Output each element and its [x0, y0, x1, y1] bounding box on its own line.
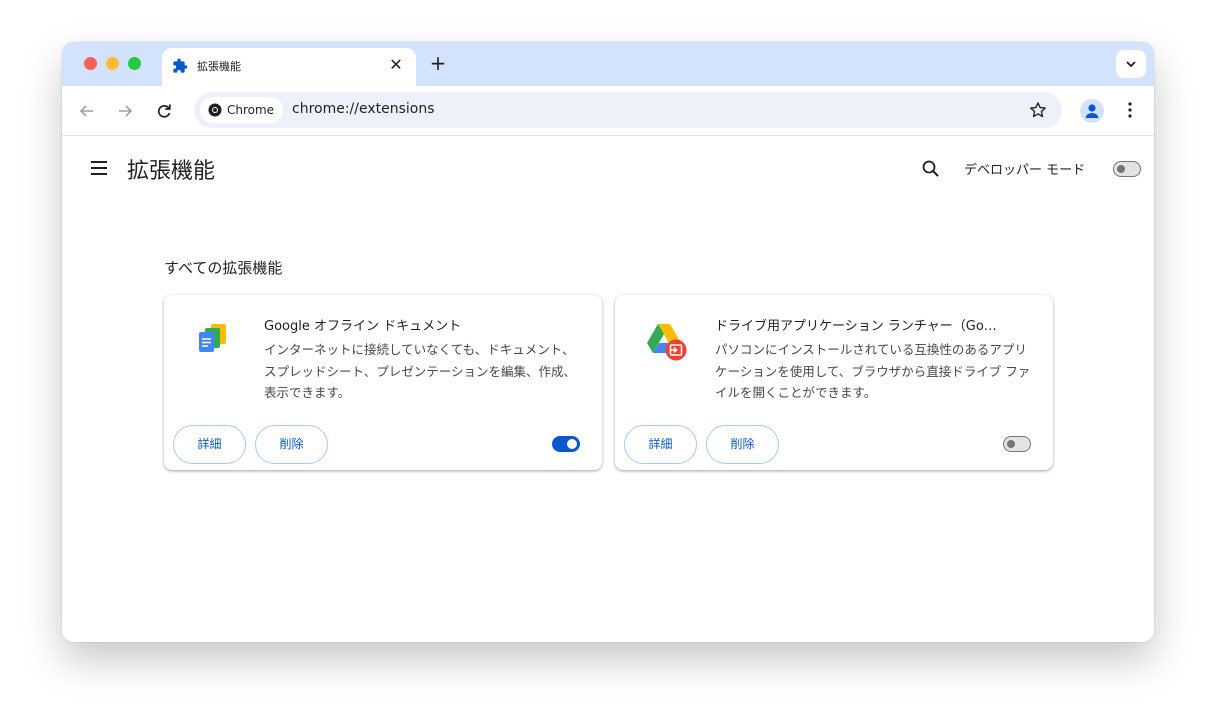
back-button[interactable] [76, 100, 98, 122]
main-menu-button[interactable] [89, 159, 109, 181]
tab-search-button[interactable] [1116, 50, 1146, 78]
browser-window: 拡張機能 ✕ + Chrome chrome://extensions 拡張機能… [62, 42, 1154, 642]
details-button[interactable]: 詳細 [624, 425, 697, 464]
extensions-page: 拡張機能 デベロッパー モード すべての拡張機能 Google オフライン ドキ… [62, 137, 1154, 642]
section-title: すべての拡張機能 [164, 259, 283, 277]
more-vert-icon [1128, 102, 1132, 118]
arrow-left-icon [79, 105, 93, 117]
chevron-down-icon [1126, 61, 1136, 68]
close-tab-button[interactable]: ✕ [386, 55, 406, 75]
developer-mode-label: デベロッパー モード [964, 163, 1086, 178]
search-extensions-button[interactable] [920, 158, 942, 184]
site-info-label: Chrome [227, 103, 275, 117]
omnibox[interactable]: Chrome chrome://extensions [194, 92, 1062, 128]
bookmark-star-button[interactable] [1028, 100, 1048, 124]
person-icon [1085, 104, 1099, 118]
new-tab-button[interactable]: + [426, 52, 450, 76]
url-text[interactable]: chrome://extensions [292, 101, 435, 117]
search-icon [922, 160, 939, 177]
hamburger-icon [91, 161, 107, 175]
tab-strip: 拡張機能 ✕ + [62, 42, 1154, 86]
star-icon [1030, 102, 1046, 118]
extension-description: インターネットに接続していなくても、ドキュメント、スプレッドシート、プレゼンテー… [264, 342, 577, 400]
close-window-button[interactable] [84, 57, 97, 70]
extension-name: ドライブ用アプリケーション ランチャー（Go… [715, 319, 997, 334]
maximize-window-button[interactable] [128, 57, 141, 70]
extension-enable-toggle[interactable] [1003, 436, 1031, 452]
toolbar: Chrome chrome://extensions [62, 86, 1154, 136]
drive-app-launcher-icon [641, 317, 689, 365]
extension-description: パソコンにインストールされている互換性のあるアプリケーションを使用して、ブラウザ… [715, 342, 1031, 400]
arrow-right-icon [119, 105, 133, 117]
minimize-window-button[interactable] [106, 57, 119, 70]
extension-name: Google オフライン ドキュメント [264, 319, 462, 334]
remove-button[interactable]: 削除 [706, 425, 779, 464]
tab-extensions[interactable]: 拡張機能 ✕ [162, 48, 416, 86]
developer-mode-toggle[interactable] [1113, 161, 1141, 177]
forward-button[interactable] [114, 100, 136, 122]
page-title: 拡張機能 [127, 159, 216, 184]
site-info-chip[interactable]: Chrome [200, 97, 284, 123]
reload-button[interactable] [153, 100, 175, 122]
google-docs-offline-icon [190, 317, 238, 365]
remove-button[interactable]: 削除 [255, 425, 328, 464]
chrome-menu-button[interactable] [1120, 100, 1140, 124]
extension-enable-toggle[interactable] [552, 436, 580, 452]
extension-card: ドライブ用アプリケーション ランチャー（Go… パソコンにインストールされている… [615, 295, 1053, 470]
puzzle-icon [172, 58, 188, 74]
chrome-logo-icon [208, 103, 222, 117]
reload-icon [157, 104, 171, 118]
extension-card: Google オフライン ドキュメント インターネットに接続していなくても、ドキ… [164, 295, 602, 470]
details-button[interactable]: 詳細 [173, 425, 246, 464]
tab-title: 拡張機能 [197, 60, 241, 73]
profile-avatar-button[interactable] [1080, 99, 1104, 123]
